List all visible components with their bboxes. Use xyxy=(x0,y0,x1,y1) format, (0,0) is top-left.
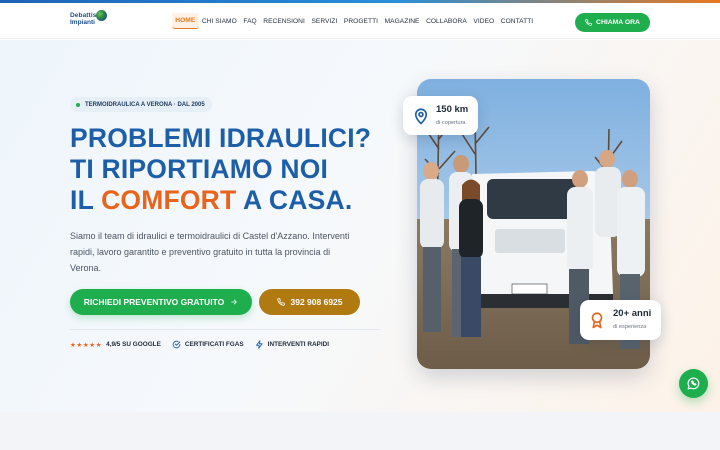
globe-icon xyxy=(96,10,107,21)
hero-description: Siamo il team di idraulici e termoidraul… xyxy=(70,231,350,273)
nav-progetti[interactable]: Progetti xyxy=(341,14,382,29)
headline-line3-suffix: A CASA. xyxy=(243,185,353,215)
company-logo[interactable]: Debattisti Impianti xyxy=(70,9,122,33)
fast-text: INTERVENTI RAPIDI xyxy=(267,341,329,348)
google-rating-text: 4,9/5 SU GOOGLE xyxy=(106,341,161,348)
request-quote-label: RICHIEDI PREVENTIVO GRATUITO xyxy=(83,297,225,307)
coverage-card: 150 km di copertura xyxy=(403,96,478,135)
site-header: Debattisti Impianti Home Chi siamo FAQ R… xyxy=(0,3,720,39)
nav-recensioni[interactable]: Recensioni xyxy=(260,14,308,29)
headline-line2: TI RIPORTIAMO NOI xyxy=(70,154,329,184)
status-dot-icon xyxy=(76,102,80,107)
coverage-label: di copertura xyxy=(436,120,466,126)
headline-accent-word: COMFORT xyxy=(101,185,237,215)
phone-number-label: 392 908 6925 xyxy=(290,297,343,307)
hero-divider xyxy=(70,329,380,330)
next-section-preview xyxy=(0,412,720,450)
headline-line1: PROBLEMI IDRAULICI? xyxy=(70,123,372,153)
experience-value: 20+ anni xyxy=(613,308,652,319)
call-now-label: CHIAMA ORA xyxy=(596,19,640,26)
fgas-certification: CERTIFICATI FGAS xyxy=(172,340,244,349)
fgas-text: CERTIFICATI FGAS xyxy=(184,341,244,348)
nav-faq[interactable]: FAQ xyxy=(240,14,260,29)
experience-card: 20+ anni di esperienza xyxy=(580,300,661,340)
nav-home[interactable]: Home xyxy=(172,13,199,29)
nav-magazine[interactable]: Magazine xyxy=(381,14,422,29)
headline-line3-prefix: IL xyxy=(70,185,94,215)
nav-collabora[interactable]: Collabora xyxy=(423,14,470,29)
google-rating: ★★★★★ 4,9/5 SU GOOGLE xyxy=(70,341,161,349)
arrow-right-icon xyxy=(231,299,237,305)
star-rating-icon: ★★★★★ xyxy=(70,341,103,349)
hero-badge-text: TERMOIDRAULICA A VERONA · DAL 2005 xyxy=(85,101,205,108)
whatsapp-button[interactable] xyxy=(679,369,708,398)
nav-servizi[interactable]: Servizi xyxy=(308,14,340,29)
phone-icon xyxy=(585,19,592,26)
phone-icon xyxy=(276,298,285,306)
experience-label: di esperienza xyxy=(613,324,647,330)
certified-check-icon xyxy=(172,340,181,349)
award-medal-icon xyxy=(591,312,603,329)
location-pin-icon xyxy=(414,108,428,125)
fast-interventions: INTERVENTI RAPIDI xyxy=(255,340,329,349)
main-nav: Home Chi siamo FAQ Recensioni Servizi Pr… xyxy=(172,12,536,30)
lightning-icon xyxy=(255,340,263,349)
hero-headline: PROBLEMI IDRAULICI? TI RIPORTIAMO NOI IL… xyxy=(70,123,371,216)
trust-bar: ★★★★★ 4,9/5 SU GOOGLE CERTIFICATI FGAS I… xyxy=(70,340,329,349)
whatsapp-icon xyxy=(687,377,700,390)
logo-line2: Impianti xyxy=(70,19,95,26)
call-now-button[interactable]: CHIAMA ORA xyxy=(575,13,650,32)
nav-contatti[interactable]: Contatti xyxy=(498,14,537,29)
request-quote-button[interactable]: RICHIEDI PREVENTIVO GRATUITO xyxy=(70,289,252,315)
coverage-value: 150 km xyxy=(436,104,469,115)
phone-number-button[interactable]: 392 908 6925 xyxy=(259,289,360,315)
hero-badge: TERMOIDRAULICA A VERONA · DAL 2005 xyxy=(70,97,212,112)
nav-video[interactable]: Video xyxy=(470,14,497,29)
headline-line3: IL COMFORT A CASA. xyxy=(70,185,371,216)
nav-chi-siamo[interactable]: Chi siamo xyxy=(199,14,240,29)
